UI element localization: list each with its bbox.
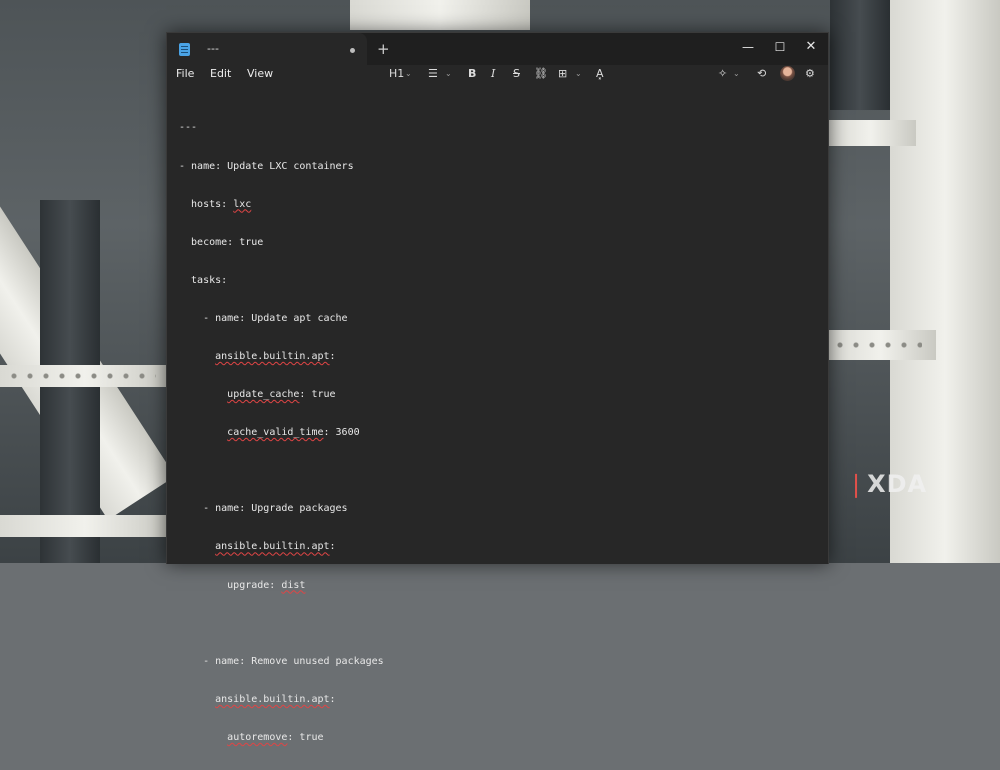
list-icon[interactable]: ☰	[428, 66, 438, 82]
misspelled-word: autoremove	[227, 731, 288, 743]
editor-line: ansible.builtin.apt:	[215, 541, 336, 553]
editor-line: cache_valid_time: 3600	[227, 427, 360, 439]
settings-icon[interactable]: ⚙	[805, 66, 815, 82]
xda-watermark: ❘XDA	[846, 470, 927, 498]
strikethrough-button[interactable]: S	[513, 66, 520, 82]
share-icon[interactable]: ⟲	[757, 66, 766, 82]
girder-right-dark	[830, 0, 890, 110]
tab-title: ---	[207, 42, 219, 55]
editor-line: - name: Remove unused packages	[179, 655, 384, 667]
crossbeam-right-1	[826, 120, 916, 146]
notepad-icon	[179, 43, 190, 56]
document-tab[interactable]: ---	[167, 33, 367, 65]
misspelled-word: update_cache	[227, 389, 300, 401]
misspelled-word: ansible.builtin.apt	[215, 541, 330, 553]
avatar[interactable]	[780, 66, 795, 81]
editor-line: upgrade: dist	[179, 579, 306, 591]
notepad-window: --- + — ☐ ✕ File Edit View H1 ⌄ ☰ ⌄ B I …	[166, 32, 829, 743]
editor-line: - name: Update apt cache	[179, 312, 348, 324]
link-icon[interactable]: ⛓	[534, 66, 548, 82]
heading-button[interactable]: H1	[389, 66, 404, 82]
editor-line: ansible.builtin.apt:	[215, 693, 336, 705]
rivets-left	[6, 373, 156, 379]
editor-line: ---	[179, 122, 198, 134]
unsaved-indicator-icon[interactable]	[350, 48, 355, 53]
girder-top	[350, 0, 530, 30]
heading-chevron-down-icon[interactable]: ⌄	[405, 66, 412, 82]
editor-line: hosts: lxc	[179, 198, 252, 210]
rivets-right	[832, 342, 922, 348]
maximize-button[interactable]: ☐	[765, 37, 795, 57]
editor-line: - name: Upgrade packages	[179, 503, 348, 515]
copilot-chevron-down-icon[interactable]: ⌄	[733, 66, 740, 82]
misspelled-word: cache_valid_time	[227, 427, 324, 439]
table-chevron-down-icon[interactable]: ⌄	[575, 66, 582, 82]
menu-view[interactable]: View	[247, 67, 273, 80]
editor-line: ansible.builtin.apt:	[215, 350, 336, 362]
misspelled-word: ansible.builtin.apt	[215, 350, 330, 362]
spellcheck-icon[interactable]: A͓	[596, 66, 604, 82]
misspelled-word: ansible.builtin.apt	[215, 693, 330, 705]
copilot-icon[interactable]: ✧	[718, 66, 727, 82]
xda-logo-icon: ❘	[846, 470, 868, 498]
misspelled-word: dist	[281, 579, 306, 591]
menu-edit[interactable]: Edit	[210, 67, 231, 80]
bold-button[interactable]: B	[468, 66, 476, 82]
crossbeam-left-bottom	[0, 515, 170, 537]
watermark-text: XDA	[867, 470, 928, 498]
editor-line: update_cache: true	[227, 389, 336, 401]
menu-file[interactable]: File	[176, 67, 194, 80]
menu-bar: File Edit View H1 ⌄ ☰ ⌄ B I S ⛓ ⊞ ⌄ A͓ ✧…	[167, 65, 828, 85]
editor-line: tasks:	[179, 274, 228, 286]
editor-line: autoremove: true	[227, 731, 324, 743]
text-editor[interactable]: --- - name: Update LXC containers hosts:…	[179, 97, 819, 743]
table-icon[interactable]: ⊞	[558, 66, 567, 82]
editor-line: become: true	[179, 236, 264, 248]
misspelled-word: lxc	[233, 198, 252, 210]
new-tab-button[interactable]: +	[377, 40, 390, 58]
close-button[interactable]: ✕	[796, 37, 826, 57]
editor-line: - name: Update LXC containers	[179, 160, 354, 172]
minimize-button[interactable]: —	[733, 37, 763, 57]
italic-button[interactable]: I	[491, 66, 495, 82]
title-bar: --- + — ☐ ✕	[167, 33, 828, 65]
list-chevron-down-icon[interactable]: ⌄	[445, 66, 452, 82]
